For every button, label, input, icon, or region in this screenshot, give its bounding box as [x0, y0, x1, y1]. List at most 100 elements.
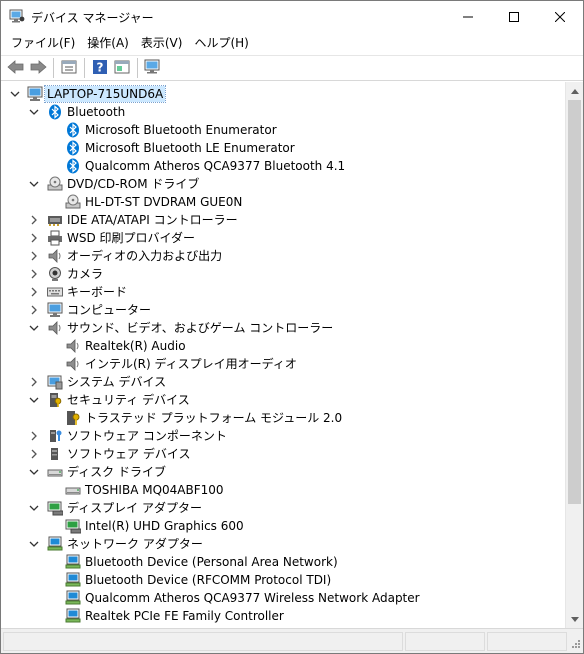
menu-view[interactable]: 表示(V)	[135, 33, 189, 53]
ide-controller-icon	[47, 212, 63, 228]
category-label: サウンド、ビデオ、およびゲーム コントローラー	[67, 321, 334, 335]
status-bar	[1, 628, 583, 653]
status-pane-2	[405, 632, 485, 651]
printer-icon	[47, 230, 63, 246]
category-label: ディスプレイ アダプター	[67, 501, 202, 515]
device-label: TOSHIBA MQ04ABF100	[85, 483, 224, 497]
view-icon	[114, 59, 130, 78]
category-label: カメラ	[67, 267, 104, 281]
device-label: トラステッド プラットフォーム モジュール 2.0	[85, 411, 343, 425]
scroll-down-button[interactable]	[566, 611, 584, 628]
category-label: WSD 印刷プロバイダー	[67, 231, 196, 245]
expand-chevron-icon[interactable]	[28, 301, 40, 319]
device-label: Bluetooth Device (RFCOMM Protocol TDI)	[85, 573, 332, 587]
display-adapter-icon	[65, 518, 81, 534]
status-pane-3	[487, 632, 567, 651]
collapse-chevron-icon[interactable]	[28, 499, 40, 517]
expand-chevron-icon[interactable]	[28, 427, 40, 445]
menu-file[interactable]: ファイル(F)	[5, 33, 81, 53]
scan-hardware-button[interactable]	[142, 57, 164, 79]
close-button[interactable]	[537, 1, 583, 32]
collapse-chevron-icon[interactable]	[28, 103, 40, 121]
expand-chevron-icon[interactable]	[28, 247, 40, 265]
tpm-icon	[65, 410, 81, 426]
bluetooth-icon	[65, 140, 81, 156]
computer-icon	[27, 86, 43, 102]
network-adapter-icon	[65, 608, 81, 624]
device-label: Microsoft Bluetooth Enumerator	[85, 123, 277, 137]
category-label: DVD/CD-ROM ドライブ	[67, 177, 200, 191]
speaker-icon	[65, 338, 81, 354]
help-icon: ?	[92, 59, 108, 78]
status-pane-main	[3, 632, 403, 651]
resize-grip-icon[interactable]	[569, 639, 581, 651]
maximize-button[interactable]	[491, 1, 537, 32]
expand-chevron-icon[interactable]	[28, 265, 40, 283]
camera-icon	[47, 266, 63, 282]
dvd-drive-icon	[47, 176, 63, 192]
back-icon	[7, 59, 25, 78]
software-device-icon	[47, 446, 63, 462]
category-label: ソフトウェア コンポーネント	[67, 429, 227, 443]
network-adapter-icon	[65, 572, 81, 588]
expand-chevron-icon[interactable]	[28, 283, 40, 301]
network-adapter-icon	[47, 536, 63, 552]
bluetooth-icon	[65, 158, 81, 174]
toolbar-separator	[53, 58, 54, 78]
category-label: Bluetooth	[67, 105, 126, 119]
back-button[interactable]	[5, 57, 27, 79]
category-label: オーディオの入力および出力	[67, 249, 223, 263]
scan-hardware-icon	[144, 59, 162, 78]
help-button[interactable]: ?	[89, 57, 111, 79]
device-tree[interactable]: LAPTOP-715UND6A Bluetooth Microsoft Bluet…	[1, 82, 565, 628]
scroll-up-button[interactable]	[566, 82, 584, 99]
device-label: Microsoft Bluetooth LE Enumerator	[85, 141, 295, 155]
network-adapter-icon	[65, 554, 81, 570]
category-label: ディスク ドライブ	[67, 465, 166, 479]
collapse-chevron-icon[interactable]	[9, 85, 21, 103]
view-button[interactable]	[111, 57, 133, 79]
keyboard-icon	[47, 284, 63, 300]
device-manager-window: デバイス マネージャー ファイル(F) 操作(A) 表示(V) ヘルプ(H) ?…	[0, 0, 584, 654]
menu-bar: ファイル(F) 操作(A) 表示(V) ヘルプ(H)	[1, 32, 583, 54]
category-label: キーボード	[67, 285, 128, 299]
collapse-chevron-icon[interactable]	[28, 319, 40, 337]
menu-action[interactable]: 操作(A)	[81, 33, 135, 53]
speaker-icon	[65, 356, 81, 372]
disk-drive-icon	[47, 464, 63, 480]
category-label: システム デバイス	[67, 375, 167, 389]
menu-help[interactable]: ヘルプ(H)	[188, 33, 254, 53]
device-label: インテル(R) ディスプレイ用オーディオ	[85, 357, 297, 371]
computer-name: LAPTOP-715UND6A	[43, 85, 167, 103]
vertical-scrollbar[interactable]	[565, 82, 583, 628]
category-label: ネットワーク アダプター	[67, 537, 203, 551]
speaker-icon	[47, 248, 63, 264]
properties-icon	[61, 59, 77, 78]
dvd-drive-icon	[65, 194, 81, 210]
device-label: Realtek(R) Audio	[85, 339, 186, 353]
security-device-icon	[47, 392, 63, 408]
speaker-icon	[47, 320, 63, 336]
toolbar-separator	[84, 58, 85, 78]
toolbar: ?	[1, 55, 583, 81]
scroll-thumb[interactable]	[568, 100, 581, 504]
collapse-chevron-icon[interactable]	[28, 535, 40, 553]
minimize-button[interactable]	[445, 1, 491, 32]
expand-chevron-icon[interactable]	[28, 445, 40, 463]
bluetooth-icon	[47, 104, 63, 120]
window-title: デバイス マネージャー	[31, 11, 154, 25]
device-label: Intel(R) UHD Graphics 600	[85, 519, 244, 533]
forward-button[interactable]	[27, 57, 49, 79]
collapse-chevron-icon[interactable]	[28, 391, 40, 409]
expand-chevron-icon[interactable]	[28, 229, 40, 247]
collapse-chevron-icon[interactable]	[28, 463, 40, 481]
properties-button[interactable]	[58, 57, 80, 79]
category-label: ソフトウェア デバイス	[67, 447, 191, 461]
collapse-chevron-icon[interactable]	[28, 175, 40, 193]
expand-chevron-icon[interactable]	[28, 373, 40, 391]
category-label: セキュリティ デバイス	[67, 393, 190, 407]
expand-chevron-icon[interactable]	[28, 211, 40, 229]
device-label: Qualcomm Atheros QCA9377 Wireless Networ…	[85, 591, 420, 605]
software-component-icon	[47, 428, 63, 444]
title-bar[interactable]: デバイス マネージャー	[1, 1, 583, 32]
